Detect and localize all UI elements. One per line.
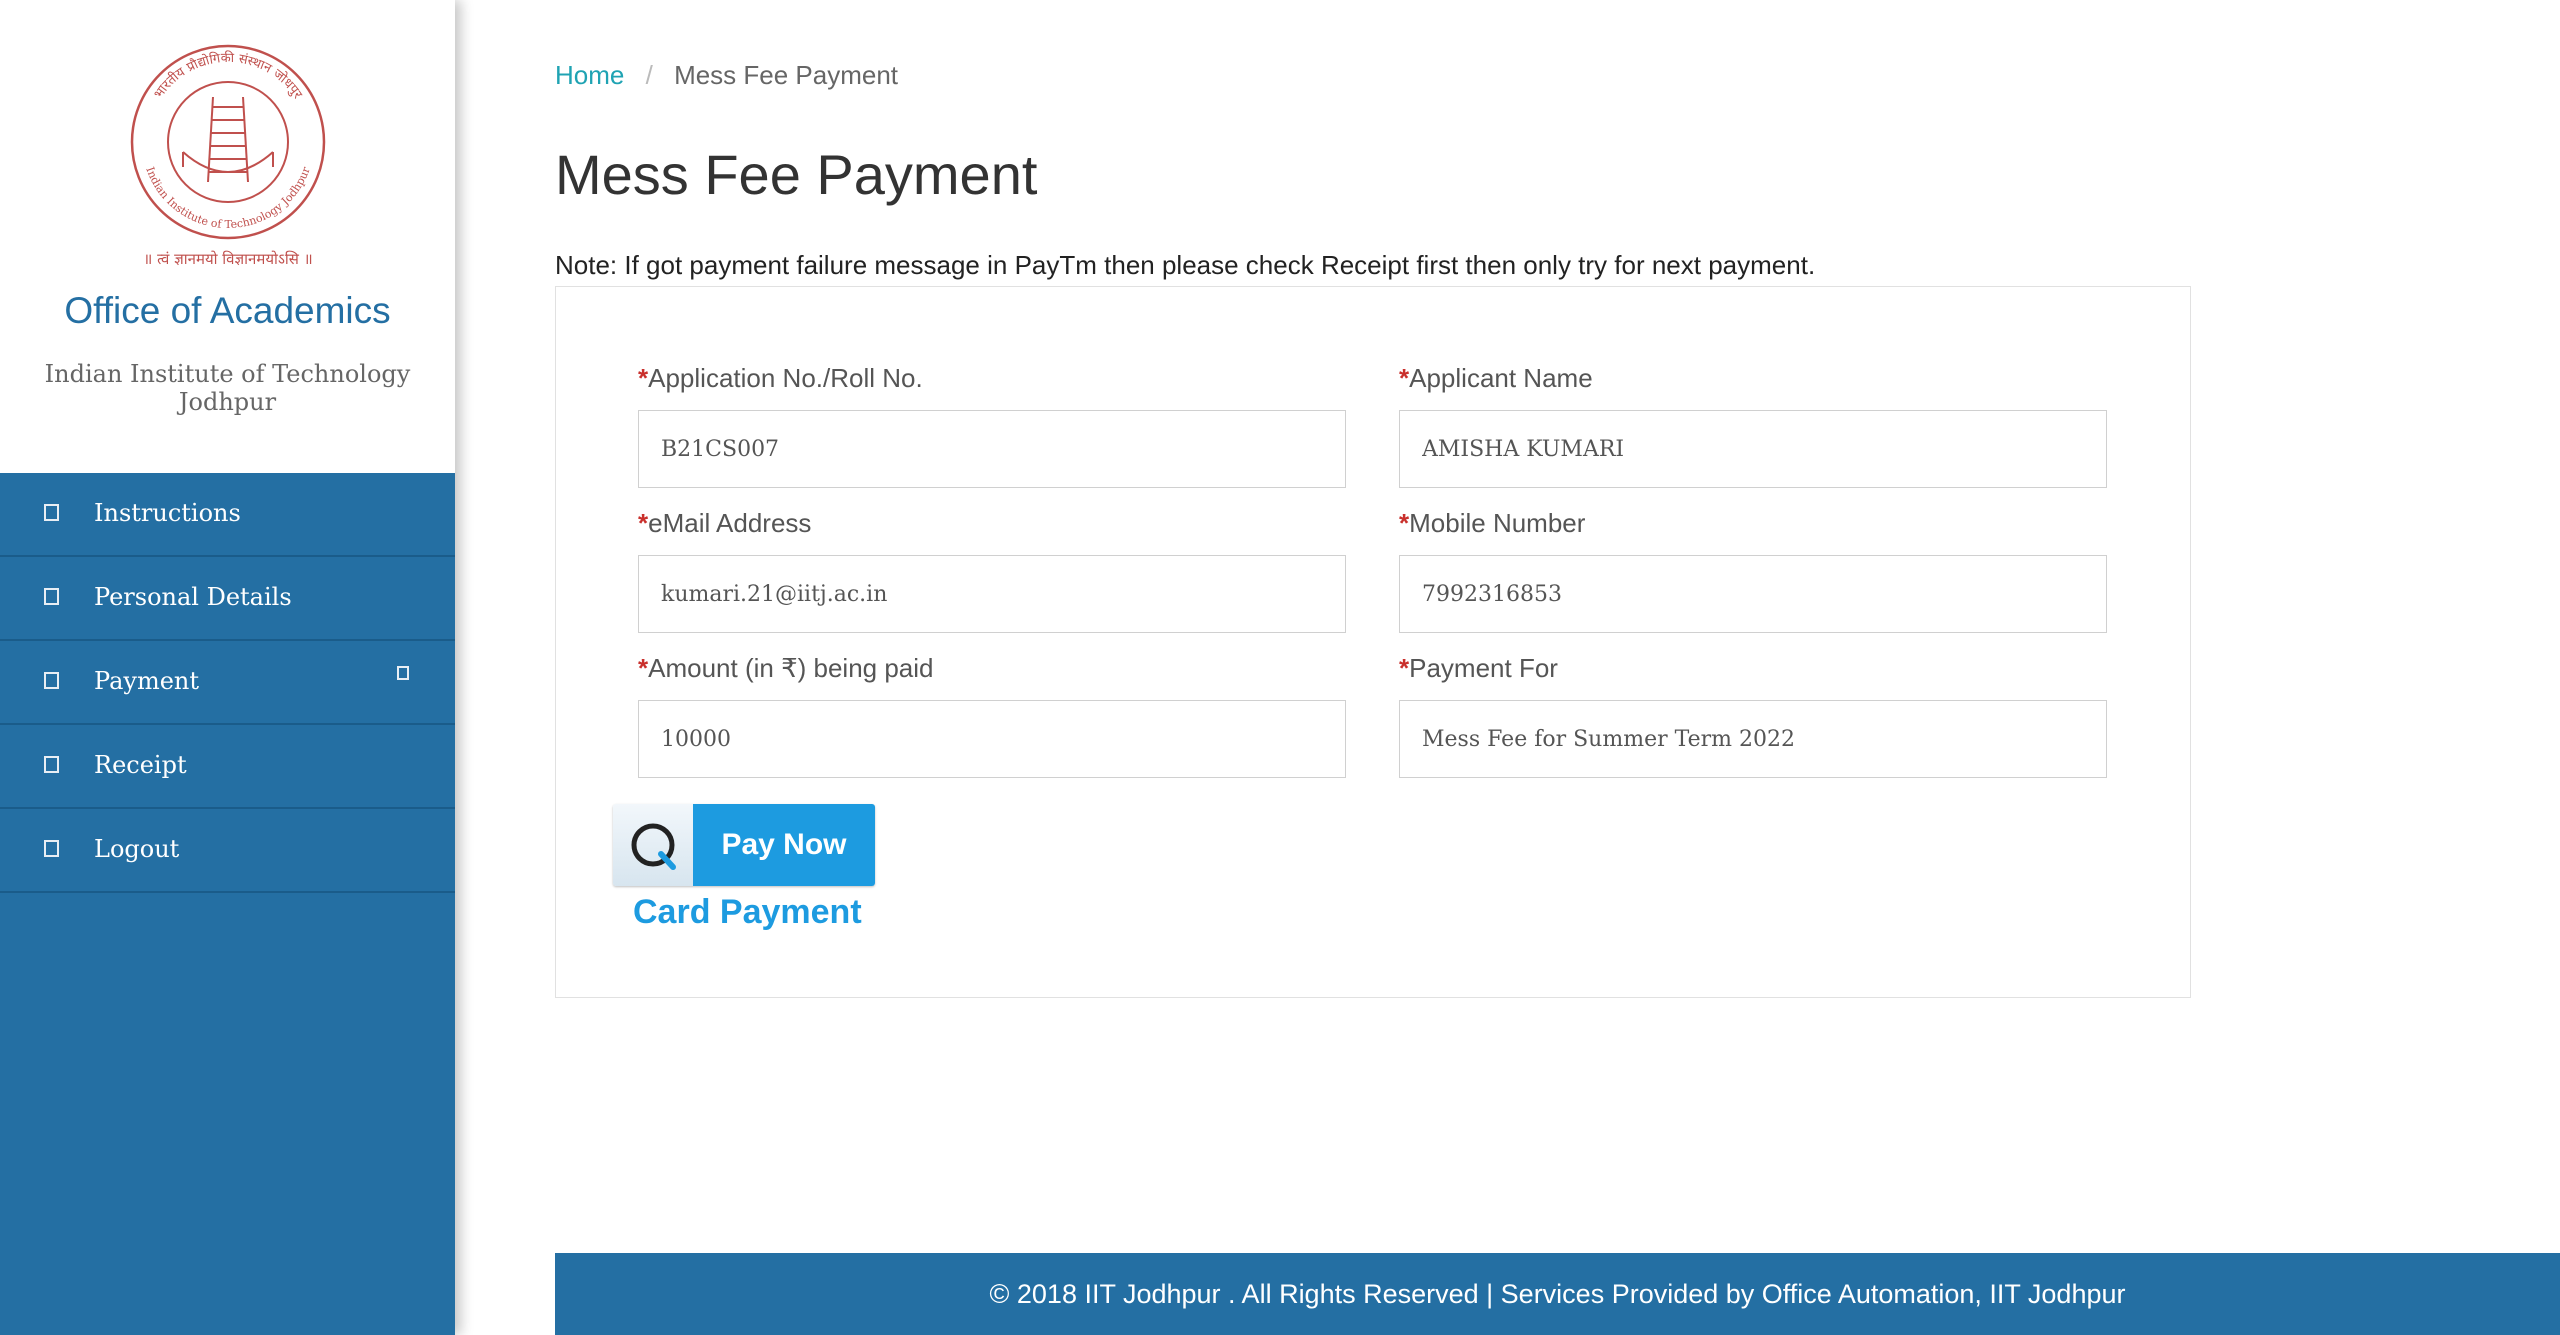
mobile-label: *Mobile Number [1399, 508, 1586, 538]
square-icon [44, 840, 59, 857]
email-field[interactable] [638, 555, 1346, 633]
payment-for-field[interactable] [1399, 700, 2107, 778]
square-icon [44, 756, 59, 773]
sidebar-item-personal-details[interactable]: Personal Details [0, 557, 455, 641]
footer-text: © 2018 IIT Jodhpur . All Rights Reserved… [989, 1279, 2126, 1309]
breadcrumb: Home / Mess Fee Payment [555, 60, 898, 91]
square-icon [44, 588, 59, 605]
payment-form: *Application No./Roll No. *Applicant Nam… [555, 286, 2191, 998]
sidebar-item-label: Receipt [94, 751, 187, 779]
amount-label: *Amount (in ₹) being paid [638, 653, 934, 683]
email-label: *eMail Address [638, 508, 812, 538]
svg-text:भारतीय प्रौद्योगिकी संस्थान जो: भारतीय प्रौद्योगिकी संस्थान जोधपुर [151, 50, 305, 102]
required-marker: * [1399, 363, 1410, 393]
sidebar-item-label: Instructions [94, 499, 241, 527]
office-title: Office of Academics [64, 290, 391, 331]
breadcrumb-separator: / [645, 60, 653, 90]
application-no-field[interactable] [638, 410, 1346, 488]
square-icon [44, 672, 59, 689]
mobile-field[interactable] [1399, 555, 2107, 633]
sidebar-item-instructions[interactable]: Instructions [0, 473, 455, 557]
applicant-name-label: *Applicant Name [1399, 363, 1593, 393]
breadcrumb-current: Mess Fee Payment [674, 60, 899, 90]
payment-note: Note: If got payment failure message in … [555, 250, 1816, 280]
paytm-q-icon [613, 804, 693, 886]
sidebar: भारतीय प्रौद्योगिकी संस्थान जोधपुर India… [0, 0, 455, 1335]
footer: © 2018 IIT Jodhpur . All Rights Reserved… [555, 1253, 2560, 1335]
amount-field[interactable] [638, 700, 1346, 778]
breadcrumb-home-link[interactable]: Home [555, 60, 624, 90]
required-marker: * [1399, 508, 1410, 538]
sidebar-item-label: Logout [94, 835, 180, 863]
sidebar-item-payment[interactable]: Payment [0, 641, 455, 725]
sidebar-menu: Instructions Personal Details Payment Re… [0, 473, 455, 893]
sidebar-item-label: Payment [94, 667, 199, 695]
brand-header: भारतीय प्रौद्योगिकी संस्थान जोधपुर India… [0, 0, 455, 473]
chevron-icon[interactable] [397, 666, 409, 680]
required-marker: * [1399, 653, 1410, 683]
page-title: Mess Fee Payment [555, 143, 1038, 206]
svg-text:Indian Institute of Technology: Indian Institute of Technology Jodhpur [143, 164, 313, 231]
required-marker: * [638, 653, 649, 683]
application-no-label: *Application No./Roll No. [638, 363, 923, 393]
required-marker: * [638, 508, 649, 538]
sidebar-item-logout[interactable]: Logout [0, 809, 455, 893]
payment-for-label: *Payment For [1399, 653, 1558, 683]
sidebar-item-receipt[interactable]: Receipt [0, 725, 455, 809]
svg-text:॥ त्वं ज्ञानमयो विज्ञानमयोऽसि: ॥ त्वं ज्ञानमयो विज्ञानमयोऽसि ॥ [143, 250, 312, 268]
sidebar-item-label: Personal Details [94, 583, 292, 611]
applicant-name-field[interactable] [1399, 410, 2107, 488]
required-marker: * [638, 363, 649, 393]
pay-now-label: Pay Now [693, 804, 875, 886]
iit-jodhpur-logo: भारतीय प्रौद्योगिकी संस्थान जोधपुर India… [130, 44, 326, 268]
square-icon [44, 504, 59, 521]
pay-now-button[interactable]: Pay Now [613, 804, 875, 886]
institute-name: Indian Institute of Technology Jodhpur [44, 360, 411, 416]
card-payment-label[interactable]: Card Payment [633, 893, 862, 932]
